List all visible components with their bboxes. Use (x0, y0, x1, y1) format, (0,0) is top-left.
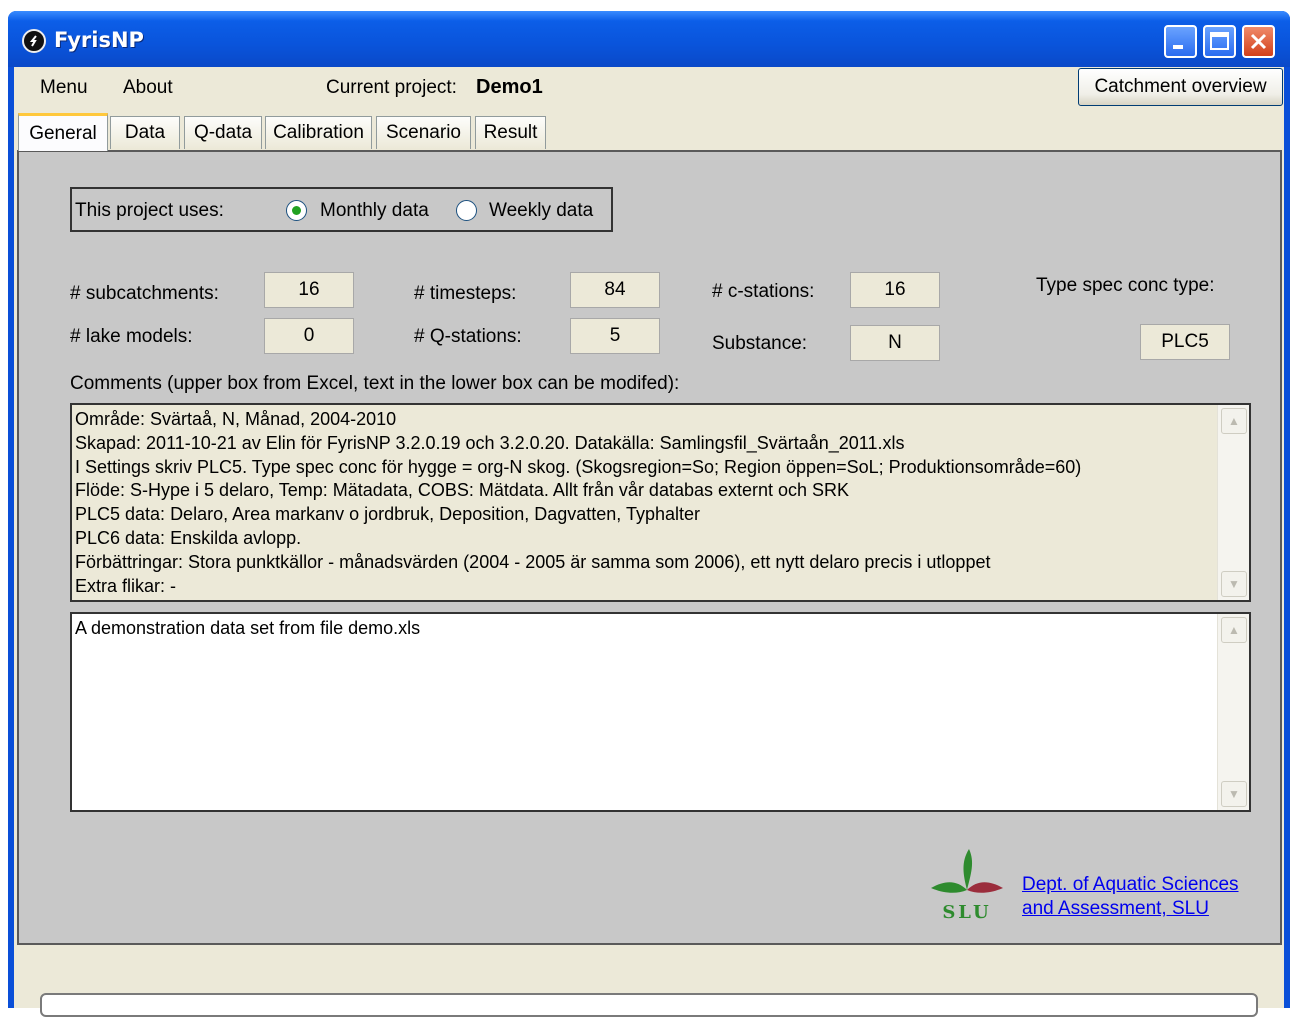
substance-value: N (850, 325, 940, 361)
timesteps-label: # timesteps: (414, 283, 517, 304)
comment-line: Flöde: S-Hype i 5 delaro, Temp: Mätadata… (75, 480, 850, 501)
timesteps-value: 84 (570, 272, 660, 308)
subcatchments-value: 16 (264, 272, 354, 308)
weekly-data-radio[interactable] (456, 200, 477, 221)
comment-line: Extra flikar: - (75, 575, 177, 596)
current-project-label: Current project: (326, 77, 457, 98)
comments-label: Comments (upper box from Excel, text in … (70, 373, 680, 394)
scroll-down-button[interactable]: ▼ (1221, 571, 1247, 597)
comment-line: PLC6 data: Enskilda avlopp. (75, 527, 302, 548)
tab-strip: General Data Q-data Calibration Scenario… (14, 111, 1284, 151)
chevron-down-icon: ▼ (1228, 577, 1240, 591)
scroll-down-button[interactable]: ▼ (1221, 781, 1247, 807)
scroll-up-button[interactable]: ▲ (1221, 617, 1247, 643)
comment-line: Område: Svärtaå, N, Månad, 2004-2010 (75, 409, 397, 429)
tab-calibration[interactable]: Calibration (265, 116, 372, 149)
progress-bar (40, 993, 1258, 1017)
comments-editable-text[interactable]: A demonstration data set from file demo.… (75, 617, 1211, 641)
comments-excel-scrollbar[interactable]: ▲ ▼ (1217, 405, 1249, 600)
monthly-data-radio[interactable] (286, 200, 307, 221)
comments-editable-box[interactable]: A demonstration data set from file demo.… (70, 612, 1251, 812)
tab-q-data[interactable]: Q-data (184, 116, 262, 149)
close-button[interactable] (1242, 25, 1275, 58)
tab-result[interactable]: Result (475, 116, 546, 149)
c-stations-value: 16 (850, 272, 940, 308)
app-window: FyrisNP Menu About Current project: Demo… (8, 11, 1290, 1017)
data-frequency-group: This project uses: Monthly data Weekly d… (70, 187, 613, 232)
type-spec-value: PLC5 (1140, 324, 1230, 360)
minimize-icon (1173, 45, 1183, 49)
menu-item-menu[interactable]: Menu (40, 77, 88, 99)
tab-data[interactable]: Data (110, 116, 180, 149)
maximize-icon (1210, 32, 1229, 50)
comment-line: Skapad: 2011-10-21 av Elin för FyrisNP 3… (75, 432, 905, 453)
dept-link-line2[interactable]: and Assessment, SLU (1022, 897, 1239, 921)
close-icon (1250, 33, 1267, 50)
client-area: Menu About Current project: Demo1 Catchm… (14, 67, 1284, 1017)
tab-general[interactable]: General (18, 113, 108, 151)
slu-logo-text: SLU (942, 902, 991, 923)
dept-link[interactable]: Dept. of Aquatic Sciences and Assessment… (1022, 873, 1239, 921)
tab-scenario[interactable]: Scenario (376, 116, 471, 149)
lake-models-value: 0 (264, 318, 354, 354)
comments-editable-scrollbar[interactable]: ▲ ▼ (1217, 614, 1249, 810)
comments-excel-box[interactable]: Område: Svärtaå, N, Månad, 2004-2010 Ska… (70, 403, 1251, 602)
chevron-up-icon: ▲ (1228, 623, 1240, 637)
minimize-button[interactable] (1164, 25, 1197, 58)
substance-label: Substance: (712, 333, 808, 354)
scroll-up-button[interactable]: ▲ (1221, 408, 1247, 434)
monthly-data-label[interactable]: Monthly data (320, 200, 429, 222)
weekly-data-label[interactable]: Weekly data (489, 200, 593, 222)
comments-excel-text: Område: Svärtaå, N, Månad, 2004-2010 Ska… (75, 408, 1211, 598)
title-bar[interactable]: FyrisNP (8, 11, 1290, 67)
comment-line: Förbättringar: Stora punktkällor - månad… (75, 551, 991, 572)
slu-logo: SLU (931, 849, 1003, 923)
c-stations-label: # c-stations: (712, 281, 815, 302)
general-panel: This project uses: Monthly data Weekly d… (17, 150, 1282, 945)
catchment-overview-button[interactable]: Catchment overview (1078, 68, 1283, 106)
q-stations-value: 5 (570, 318, 660, 354)
maximize-button[interactable] (1203, 25, 1236, 58)
q-stations-label: # Q-stations: (414, 326, 522, 347)
dept-link-line1[interactable]: Dept. of Aquatic Sciences (1022, 873, 1239, 897)
window-title: FyrisNP (54, 28, 144, 52)
menu-item-about[interactable]: About (123, 77, 173, 99)
uses-label: This project uses: (75, 200, 224, 221)
app-icon (22, 29, 46, 53)
current-project-name: Demo1 (476, 76, 543, 98)
type-spec-label: Type spec conc type: (1036, 275, 1215, 296)
lake-models-label: # lake models: (70, 326, 193, 347)
menu-bar: Menu About Current project: Demo1 Catchm… (14, 67, 1284, 111)
subcatchments-label: # subcatchments: (70, 283, 219, 304)
comment-line: I Settings skriv PLC5. Type spec conc fö… (75, 456, 1082, 477)
chevron-down-icon: ▼ (1228, 787, 1240, 801)
chevron-up-icon: ▲ (1228, 414, 1240, 428)
comment-line: PLC5 data: Delaro, Area markanv o jordbr… (75, 504, 701, 525)
